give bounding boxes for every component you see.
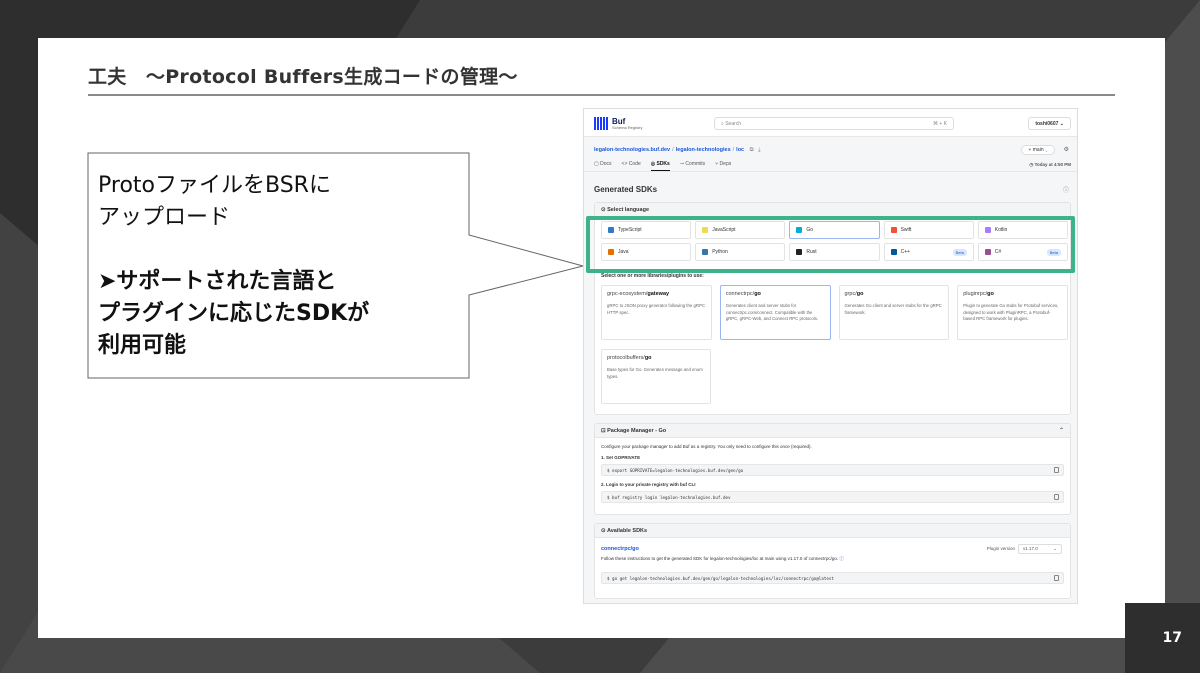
callout-line: アップロード: [98, 205, 231, 230]
package-manager-panel: ⊡ Package Manager - Go ⌃ Configure your p…: [594, 423, 1071, 515]
gear-icon[interactable]: ⚙: [1064, 146, 1069, 153]
plugin-description: gRPC to JSON proxy generator following t…: [607, 303, 705, 315]
branch-name: main: [1032, 147, 1044, 153]
copy-icon[interactable]: [1054, 575, 1059, 581]
plugin-name: grpc/go: [844, 291, 864, 297]
language-highlight-box: [586, 216, 1075, 273]
plugin-name: connectrpc/go: [725, 291, 761, 297]
copy-icon[interactable]: ⧉: [746, 147, 754, 153]
breadcrumb-item[interactable]: loc: [736, 147, 744, 153]
page-number: 17: [1162, 630, 1182, 646]
plugin-version-select[interactable]: v1.17.0 ⌄: [1018, 544, 1062, 554]
plugin-description: Generates Go client and server stubs for…: [844, 303, 942, 315]
top-bar: Buf Schema Registry ⌕ Search ⌘ + K toshi…: [584, 109, 1077, 137]
plugin-card[interactable]: protocolbuffers/go Base types for Go. Ge…: [601, 349, 711, 404]
buf-logo-icon: [594, 117, 608, 130]
search-input[interactable]: ⌕ Search ⌘ + K: [714, 117, 954, 130]
step-label: 2. Login to your private registry with b…: [601, 482, 696, 487]
logo-title: Buf: [612, 116, 626, 126]
plugins-label: Select one or more libraries/plugins to …: [601, 273, 704, 279]
plugin-name: pluginrpc/go: [963, 291, 994, 297]
page-title: Generated SDKs: [594, 185, 658, 194]
plugin-version: Plugin version v1.17.0 ⌄: [987, 544, 1062, 554]
info-icon[interactable]: ⓘ: [839, 556, 844, 561]
tab-commits[interactable]: ⊸ Commits: [680, 161, 705, 171]
search-placeholder: Search: [725, 121, 742, 127]
callout-line: 利用可能: [98, 333, 187, 358]
code-block: $ export GOPRIVATE=legalon-technologies.…: [601, 464, 1064, 476]
copy-icon[interactable]: [1054, 467, 1059, 473]
logo-subtitle: Schema Registry: [612, 124, 643, 130]
last-updated: ◷ Today at 4:50 PM: [1029, 162, 1071, 167]
callout-text: ProtoファイルをBSRに アップロード ➤サポートされた言語と プラグインに…: [98, 170, 458, 362]
plugin-card[interactable]: pluginrpc/go Plugin to generate Go stubs …: [957, 285, 1068, 340]
breadcrumb-item[interactable]: legalon-technologies.buf.dev: [594, 147, 670, 153]
callout-line: プラグインに応じたSDKが: [98, 301, 370, 326]
plugin-name: grpc-ecosystem/gateway: [607, 291, 670, 297]
available-sdks-panel: ⊙ Available SDKs connectrpc/go Follow th…: [594, 523, 1071, 599]
user-menu[interactable]: toshi0607 ⌄: [1028, 117, 1071, 130]
panel-header: ⊙ Select language: [595, 203, 1070, 217]
user-name: toshi0607: [1035, 121, 1059, 127]
step-label: 1. Set GOPRIVATE: [601, 455, 641, 460]
tab-deps[interactable]: ⑂ Deps: [715, 161, 731, 171]
plugin-card[interactable]: connectrpc/go Generates client and server…: [719, 285, 831, 340]
code-block: $ go get legalon-technologies.buf.dev/ge…: [601, 572, 1064, 584]
panel-header[interactable]: ⊡ Package Manager - Go ⌃: [595, 424, 1070, 438]
search-shortcut: ⌘ + K: [932, 121, 947, 127]
callout-line: ProtoファイルをBSRに: [98, 173, 331, 198]
tab-code[interactable]: <> Code: [622, 161, 641, 171]
tab-docs[interactable]: ▢ Docs: [594, 161, 612, 171]
chevron-up-icon[interactable]: ⌃: [1059, 427, 1064, 434]
info-icon[interactable]: ⓘ: [1063, 185, 1069, 194]
tab-sdks[interactable]: ◎ SDKs: [650, 161, 670, 171]
sdk-instructions: Follow these instructions to get the gen…: [601, 556, 844, 561]
breadcrumb: legalon-technologies.buf.dev / legalon-tec…: [594, 147, 761, 153]
chevron-down-icon: ⌄: [1059, 121, 1064, 127]
repo-tabs: ▢ Docs <> Code ◎ SDKs ⊸ Commits ⑂ Deps: [594, 161, 731, 171]
code-block: $ buf registry login legalon-technologie…: [601, 491, 1064, 503]
download-icon[interactable]: ⤓: [755, 147, 760, 153]
plugin-card[interactable]: grpc/go Generates Go client and server st…: [838, 285, 950, 340]
panel-header: ⊙ Available SDKs: [595, 524, 1070, 538]
package-manager-intro: Configure your package manager to add Bu…: [601, 444, 812, 449]
bsr-screenshot: Buf Schema Registry ⌕ Search ⌘ + K toshi…: [583, 108, 1078, 604]
breadcrumb-item[interactable]: legalon-technologies: [676, 147, 731, 153]
plugin-description: Generates client and server stubs for co…: [725, 303, 819, 321]
copy-icon[interactable]: [1054, 494, 1059, 500]
plugin-description: Plugin to generate Go stubs for Protobuf…: [963, 303, 1059, 321]
branch-select[interactable]: ⑂ main ⌄: [1021, 145, 1055, 155]
plugin-grid: grpc-ecosystem/gateway gRPC to JSON proxy…: [601, 285, 1068, 340]
callout-line: ➤サポートされた言語と: [98, 269, 337, 294]
buf-logo[interactable]: Buf Schema Registry: [594, 117, 642, 130]
plugin-card[interactable]: grpc-ecosystem/gateway gRPC to JSON proxy…: [601, 285, 712, 340]
